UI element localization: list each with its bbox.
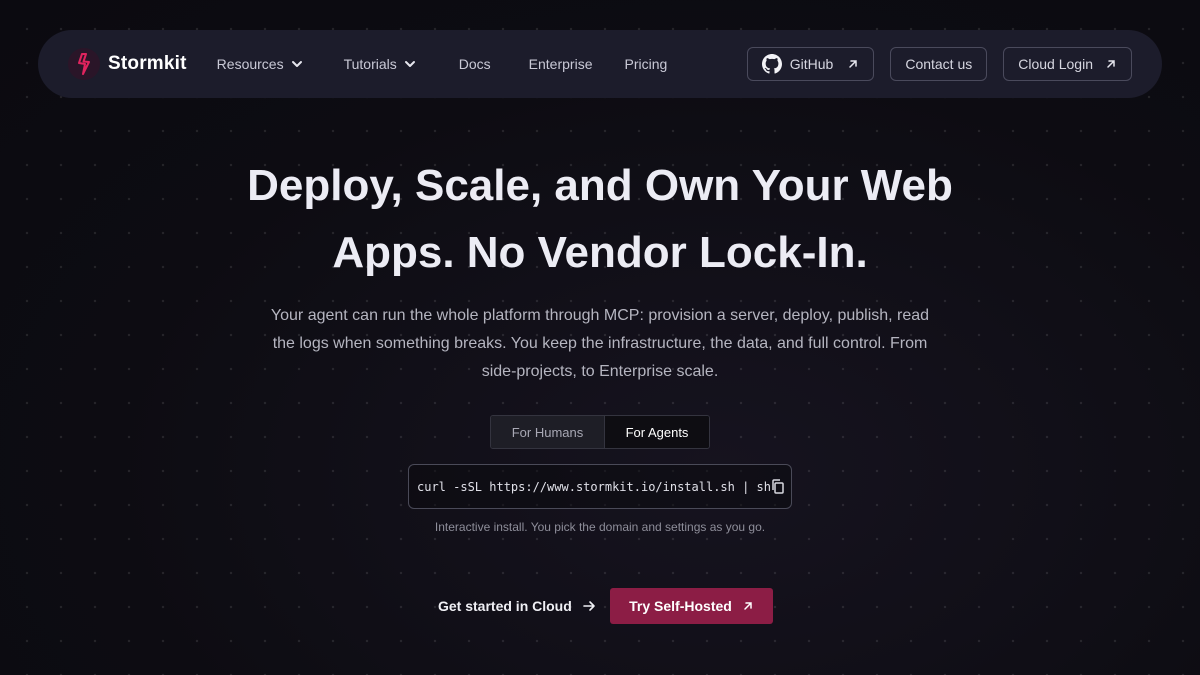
hero-title-line-2: Apps. No Vendor Lock-In. bbox=[332, 228, 868, 277]
brand-name: Stormkit bbox=[108, 53, 187, 74]
github-label: GitHub bbox=[789, 56, 834, 72]
cloud-login-label: Cloud Login bbox=[1018, 56, 1093, 72]
hero-subtitle: Your agent can run the whole platform th… bbox=[270, 307, 930, 380]
hero-title: Deploy, Scale, and Own Your Web Apps. No… bbox=[200, 152, 1000, 286]
contact-us-button[interactable]: Contact us bbox=[890, 47, 988, 81]
contact-label: Contact us bbox=[905, 56, 973, 72]
tab-for-humans[interactable]: For Humans bbox=[491, 416, 605, 448]
nav-item-label: Resources bbox=[216, 56, 284, 72]
brand[interactable]: Stormkit bbox=[68, 48, 187, 80]
audience-toggle: For Humans For Agents bbox=[490, 415, 710, 449]
self-hosted-label: Try Self-Hosted bbox=[629, 598, 732, 614]
tab-for-agents[interactable]: For Agents bbox=[605, 416, 709, 448]
chevron-down-icon bbox=[403, 57, 417, 71]
arrow-up-right-icon bbox=[847, 58, 859, 70]
copy-icon[interactable] bbox=[771, 479, 785, 494]
nav-item-label: Pricing bbox=[624, 56, 668, 72]
arrow-up-right-icon bbox=[742, 600, 754, 612]
github-button[interactable]: GitHub bbox=[746, 47, 875, 81]
nav-item-label: Tutorials bbox=[343, 56, 397, 72]
arrow-up-right-icon bbox=[1105, 58, 1117, 70]
nav-item-enterprise[interactable]: Enterprise bbox=[529, 56, 593, 72]
cloud-login-button[interactable]: Cloud Login bbox=[1003, 47, 1132, 81]
nav-item-resources[interactable]: Resources bbox=[217, 56, 304, 72]
cloud-cta-label: Get started in Cloud bbox=[438, 598, 572, 614]
install-command-box: curl -sSL https://www.stormkit.io/instal… bbox=[408, 464, 792, 509]
install-command[interactable]: curl -sSL https://www.stormkit.io/instal… bbox=[417, 480, 771, 494]
github-icon bbox=[761, 54, 782, 74]
nav-actions: GitHub Contact us Cloud Login bbox=[746, 47, 1132, 81]
nav-item-docs[interactable]: Docs bbox=[459, 56, 491, 72]
top-navbar: Stormkit Resources Tutorials Docs Enterp… bbox=[38, 30, 1162, 98]
hero-title-line-1: Deploy, Scale, and Own Your Web bbox=[247, 161, 953, 210]
nav-links: Resources Tutorials Docs Enterprise Pric… bbox=[217, 56, 668, 72]
chevron-down-icon bbox=[290, 57, 304, 71]
nav-item-tutorials[interactable]: Tutorials bbox=[344, 56, 417, 72]
nav-item-pricing[interactable]: Pricing bbox=[624, 56, 667, 72]
lightning-bolt-icon bbox=[68, 48, 100, 80]
nav-item-label: Enterprise bbox=[528, 56, 593, 72]
get-started-cloud-link[interactable]: Get started in Cloud bbox=[428, 588, 606, 624]
install-note: Interactive install. You pick the domain… bbox=[434, 520, 766, 534]
try-self-hosted-button[interactable]: Try Self-Hosted bbox=[610, 588, 773, 624]
nav-item-label: Docs bbox=[458, 56, 491, 72]
arrow-right-icon bbox=[582, 599, 596, 613]
